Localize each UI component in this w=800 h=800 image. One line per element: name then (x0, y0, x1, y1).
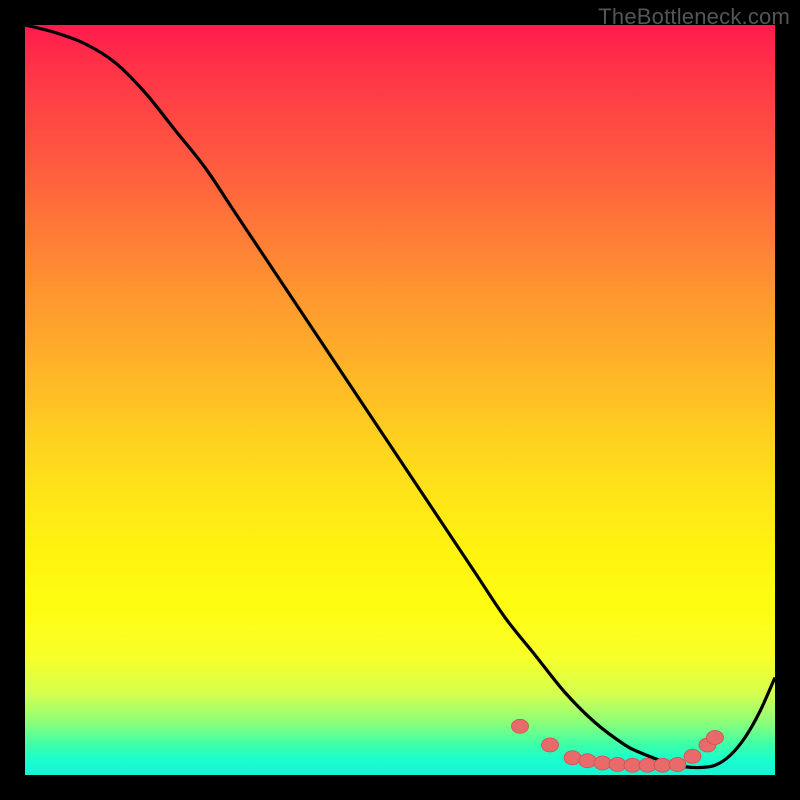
plot-area (25, 25, 775, 775)
chart-frame: TheBottleneck.com (0, 0, 800, 800)
watermark-label: TheBottleneck.com (598, 4, 790, 30)
